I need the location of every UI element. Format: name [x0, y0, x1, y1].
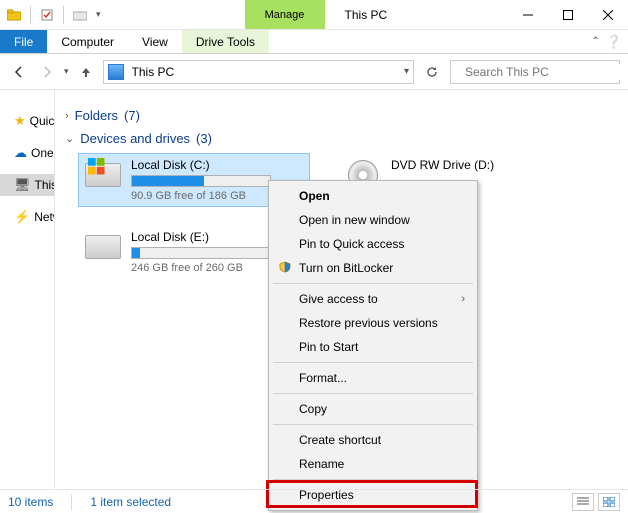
status-bar: 10 items 1 item selected [0, 489, 628, 513]
close-button[interactable] [588, 0, 628, 30]
collapse-ribbon-icon[interactable]: ⌃ [591, 36, 599, 47]
tab-file[interactable]: File [0, 30, 47, 53]
capacity-bar [131, 175, 271, 187]
app-icon [4, 5, 24, 25]
ctx-give-access[interactable]: Give access to› [271, 287, 475, 311]
address-dropdown-icon[interactable]: ▾ [404, 66, 409, 77]
group-label: Devices and drives [80, 131, 190, 146]
new-folder-qat-icon[interactable] [70, 5, 90, 25]
tab-computer[interactable]: Computer [47, 30, 128, 53]
ctx-separator [273, 362, 473, 363]
star-icon: ★ [14, 113, 26, 129]
sidebar-item-label: OneDrive [31, 146, 55, 160]
ctx-open-new-window[interactable]: Open in new window [271, 208, 475, 232]
network-icon: ⚡ [14, 209, 30, 225]
drive-name: Local Disk (C:) [131, 158, 305, 172]
ctx-separator [273, 479, 473, 480]
minimize-button[interactable] [508, 0, 548, 30]
status-item-count: 10 items [8, 495, 53, 509]
ctx-separator [273, 283, 473, 284]
search-input[interactable] [463, 64, 622, 80]
address-bar[interactable]: ▾ [103, 60, 414, 84]
up-button[interactable] [75, 61, 97, 83]
search-box[interactable] [450, 60, 620, 84]
window-title: This PC [325, 0, 508, 29]
ctx-pin-start[interactable]: Pin to Start [271, 335, 475, 359]
ctx-format[interactable]: Format... [271, 366, 475, 390]
tab-view[interactable]: View [128, 30, 182, 53]
help-icon[interactable]: ❔ [606, 34, 622, 50]
ctx-restore-versions[interactable]: Restore previous versions [271, 311, 475, 335]
ctx-separator [273, 424, 473, 425]
ctx-bitlocker[interactable]: Turn on BitLocker [271, 256, 475, 280]
sidebar-item-thispc[interactable]: 🖥 This PC [0, 174, 54, 196]
address-input[interactable] [130, 64, 398, 80]
sidebar-item-label: Network [34, 210, 55, 224]
chevron-right-icon: › [65, 110, 69, 122]
group-label: Folders [75, 108, 118, 123]
chevron-right-icon: › [461, 293, 465, 305]
status-selected-count: 1 item selected [90, 495, 171, 509]
tab-drive-tools[interactable]: Drive Tools [182, 30, 269, 53]
ribbon-tabs: File Computer View Drive Tools ⌃ ❔ [0, 30, 628, 54]
capacity-bar [131, 247, 271, 259]
group-drives[interactable]: ⌄ Devices and drives (3) [65, 131, 618, 146]
ribbon-contextual-tab[interactable]: Manage [245, 0, 325, 29]
shield-icon [277, 261, 293, 276]
thispc-icon [108, 64, 124, 80]
nav-bar: ▾ ▾ [0, 54, 628, 90]
quick-access-toolbar: ▾ [0, 0, 105, 29]
cloud-icon: ☁ [14, 145, 27, 161]
monitor-icon: 🖥 [14, 177, 31, 193]
sidebar-item-label: Quick access [30, 114, 55, 128]
chevron-down-icon: ⌄ [65, 132, 74, 145]
sidebar-item-label: This PC [35, 178, 55, 192]
drive-name: DVD RW Drive (D:) [391, 158, 565, 172]
group-count: (7) [124, 108, 140, 123]
properties-qat-icon[interactable] [37, 5, 57, 25]
forward-button[interactable] [36, 61, 58, 83]
ctx-separator [273, 393, 473, 394]
title-bar: ▾ Manage This PC [0, 0, 628, 30]
qat-dropdown-icon[interactable]: ▾ [96, 9, 101, 20]
group-count: (3) [196, 131, 212, 146]
sidebar-item-onedrive[interactable]: ☁ OneDrive [0, 142, 54, 164]
ribbon-contextual-label: Manage [265, 9, 305, 21]
sidebar-item-quick-access[interactable]: ★ Quick access [0, 110, 54, 132]
history-dropdown-icon[interactable]: ▾ [64, 66, 69, 77]
ctx-create-shortcut[interactable]: Create shortcut [271, 428, 475, 452]
ctx-copy[interactable]: Copy [271, 397, 475, 421]
ctx-rename[interactable]: Rename [271, 452, 475, 476]
hdd-icon [83, 158, 123, 192]
nav-pane: ★ Quick access ☁ OneDrive 🖥 This PC ⚡ Ne… [0, 90, 55, 490]
sidebar-item-network[interactable]: ⚡ Network [0, 206, 54, 228]
group-folders[interactable]: › Folders (7) [65, 108, 618, 123]
view-details-button[interactable] [572, 493, 594, 511]
maximize-button[interactable] [548, 0, 588, 30]
refresh-button[interactable] [420, 60, 444, 84]
ctx-open[interactable]: Open [271, 184, 475, 208]
window-controls [508, 0, 628, 29]
context-menu: Open Open in new window Pin to Quick acc… [268, 180, 478, 511]
hdd-icon [83, 230, 123, 264]
back-button[interactable] [8, 61, 30, 83]
ctx-pin-quick-access[interactable]: Pin to Quick access [271, 232, 475, 256]
view-thumbnails-button[interactable] [598, 493, 620, 511]
